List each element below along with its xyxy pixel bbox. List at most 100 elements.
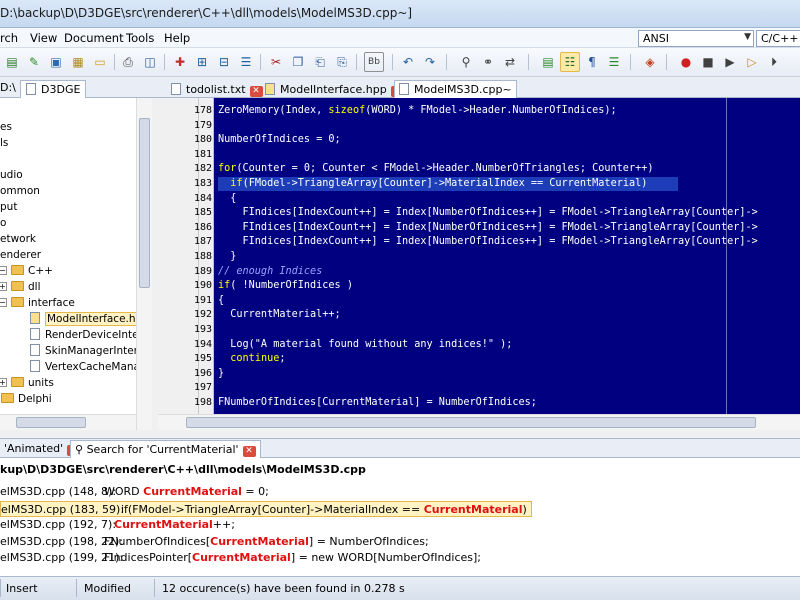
encoding-select[interactable]: ANSI ▼ <box>638 30 754 47</box>
code-line[interactable]: Log("A material found without any indice… <box>218 338 512 352</box>
paste-special-icon[interactable]: ⎘ <box>332 52 352 72</box>
copy-icon[interactable]: ❐ <box>288 52 308 72</box>
tab-search-results[interactable]: ⚲ Search for 'CurrentMaterial' ✕ <box>70 440 261 458</box>
code-editor[interactable]: 178 ZeroMemory(Index, sizeof(WORD) * FMod… <box>158 98 800 414</box>
result-row[interactable]: elMS3D.cpp (199, 21):FIndicesPointer[Cur… <box>0 550 481 566</box>
paste-icon[interactable]: ⎗ <box>310 52 330 72</box>
tree-item[interactable]: udio <box>0 167 23 183</box>
tree-file[interactable]: SkinManagerInterfa <box>30 343 148 359</box>
open-file-icon[interactable]: ▤ <box>2 52 22 72</box>
stop-macro-icon[interactable]: ■ <box>698 52 718 72</box>
tool-icon[interactable]: ◈ <box>640 52 660 72</box>
code-line[interactable]: continue; <box>218 352 285 366</box>
tree-item-label: ModelInterface.hpp <box>45 312 151 326</box>
run-icon[interactable]: ⏵ <box>764 52 784 72</box>
ruler-icon[interactable]: ☰ <box>604 52 624 72</box>
tree-folder[interactable]: +Delphi <box>0 391 52 407</box>
tree-item[interactable]: etwork <box>0 231 36 247</box>
collapse-icon[interactable]: − <box>0 266 7 275</box>
result-row[interactable]: elMS3D.cpp (148, 8):WORD CurrentMaterial… <box>0 484 269 500</box>
result-row[interactable]: elMS3D.cpp (198, 22):FNumberOfIndices[Cu… <box>0 534 429 550</box>
tree-folder[interactable]: − interface <box>0 295 75 311</box>
tree-file[interactable]: ModelInterface.hpp <box>30 311 151 327</box>
tab-todolist[interactable]: todolist.txt ✕ <box>166 80 268 98</box>
code-line[interactable]: FNumberOfIndices[CurrentMaterial] = Numb… <box>218 396 537 410</box>
code-line[interactable]: { <box>218 294 224 308</box>
close-icon[interactable]: ✕ <box>242 446 256 457</box>
code-line[interactable]: } <box>218 367 224 381</box>
result-row[interactable]: elMS3D.cpp (192, 7):CurrentMaterial++; <box>0 517 235 533</box>
menu-document[interactable]: Document <box>64 31 124 45</box>
tree-item[interactable]: ls <box>0 135 8 151</box>
tree-file[interactable]: VertexCacheManag <box>30 359 147 375</box>
tree-item[interactable]: es <box>0 119 12 135</box>
save-all-icon[interactable]: ▦ <box>68 52 88 72</box>
code-line[interactable]: CurrentMaterial++; <box>218 308 340 322</box>
expand-icon[interactable]: + <box>0 378 7 387</box>
tree-item[interactable]: ommon <box>0 183 40 199</box>
line-numbers-icon[interactable]: ☷ <box>560 52 580 72</box>
code-line[interactable]: ZeroMemory(Index, sizeof(WORD) * FModel-… <box>218 104 617 118</box>
replace-icon[interactable]: ⇄ <box>500 52 520 72</box>
cut-icon[interactable]: ✂ <box>266 52 286 72</box>
play-macro-icon[interactable]: ▶ <box>720 52 740 72</box>
tree-item-label: units <box>28 377 54 389</box>
print-icon[interactable]: ⎙ <box>118 52 138 72</box>
bookmark-icon[interactable]: Bb <box>364 52 384 72</box>
tree-vertical-scrollbar[interactable] <box>136 98 152 430</box>
show-special-chars-icon[interactable]: ¶ <box>582 52 602 72</box>
code-line[interactable]: // enough Indices <box>218 265 322 279</box>
line-number: 181 <box>193 148 212 160</box>
editor-horizontal-scrollbar[interactable] <box>158 414 800 430</box>
print-preview-icon[interactable]: ◫ <box>140 52 160 72</box>
word-wrap-icon[interactable]: ▤ <box>538 52 558 72</box>
project-tab[interactable]: D3DGE <box>20 80 87 98</box>
code-line[interactable]: { <box>218 192 236 206</box>
list-icon[interactable]: ☰ <box>236 52 256 72</box>
code-line[interactable]: if( !NumberOfIndices ) <box>218 279 353 293</box>
expand-icon[interactable]: + <box>0 282 7 291</box>
result-row[interactable]: elMS3D.cpp (183, 59):if(FModel->Triangle… <box>0 500 532 517</box>
language-select[interactable]: C/C++ (c <box>756 30 800 47</box>
status-bar: Insert Modified 12 occurence(s) have bee… <box>0 576 800 600</box>
new-item-icon[interactable]: ✚ <box>170 52 190 72</box>
code-line[interactable]: FIndices[IndexCount++] = Index[NumberOfI… <box>218 221 758 235</box>
line-number: 191 <box>193 294 212 306</box>
drive-tab[interactable]: D:\ <box>0 81 16 94</box>
menu-search[interactable]: rch <box>0 31 18 45</box>
tree-folder[interactable]: + dll <box>0 279 41 295</box>
tree-file[interactable]: RenderDeviceInterf <box>30 327 147 343</box>
insert-icon[interactable]: ⊞ <box>192 52 212 72</box>
menu-tools[interactable]: Tools <box>126 31 154 45</box>
code-line[interactable]: if(FModel->TriangleArray[Counter]->Mater… <box>218 177 678 191</box>
result-location: elMS3D.cpp (148, 8): <box>0 485 117 498</box>
menu-help[interactable]: Help <box>164 31 190 45</box>
menu-view[interactable]: View <box>30 31 57 45</box>
code-line[interactable]: NumberOfIndices = 0; <box>218 133 341 147</box>
tree-folder[interactable]: − C++ <box>0 263 53 279</box>
remove-icon[interactable]: ⊟ <box>214 52 234 72</box>
tree-horizontal-scrollbar[interactable] <box>0 414 136 430</box>
macro-list-icon[interactable]: ▷ <box>742 52 762 72</box>
tree-item[interactable]: enderer <box>0 247 41 263</box>
open-project-icon[interactable]: ✎ <box>24 52 44 72</box>
folder-icon[interactable]: ▭ <box>90 52 110 72</box>
code-line[interactable]: FIndices[IndexCount++] = Index[NumberOfI… <box>218 235 758 249</box>
undo-icon[interactable]: ↶ <box>398 52 418 72</box>
code-line[interactable]: for(Counter = 0; Counter < FModel->Heade… <box>218 162 653 176</box>
save-icon[interactable]: ▣ <box>46 52 66 72</box>
collapse-icon[interactable]: − <box>0 298 7 307</box>
code-line[interactable]: } <box>218 250 236 264</box>
tab-modelinterface[interactable]: ModelInterface.hpp✕ <box>260 80 409 98</box>
tree-folder[interactable]: + units <box>0 375 54 391</box>
tab-modelms3d[interactable]: ModelMS3D.cpp~ <box>394 80 517 98</box>
record-macro-icon[interactable]: ● <box>676 52 696 72</box>
tree-item-label: put <box>0 201 18 213</box>
find-next-icon[interactable]: ⚭ <box>478 52 498 72</box>
tree-item[interactable]: put <box>0 199 17 215</box>
redo-icon[interactable]: ↷ <box>420 52 440 72</box>
find-icon[interactable]: ⚲ <box>456 52 476 72</box>
tree-item[interactable]: o <box>0 215 6 231</box>
code-line[interactable]: FIndices[IndexCount++] = Index[NumberOfI… <box>218 206 758 220</box>
right-margin-line <box>726 98 727 414</box>
